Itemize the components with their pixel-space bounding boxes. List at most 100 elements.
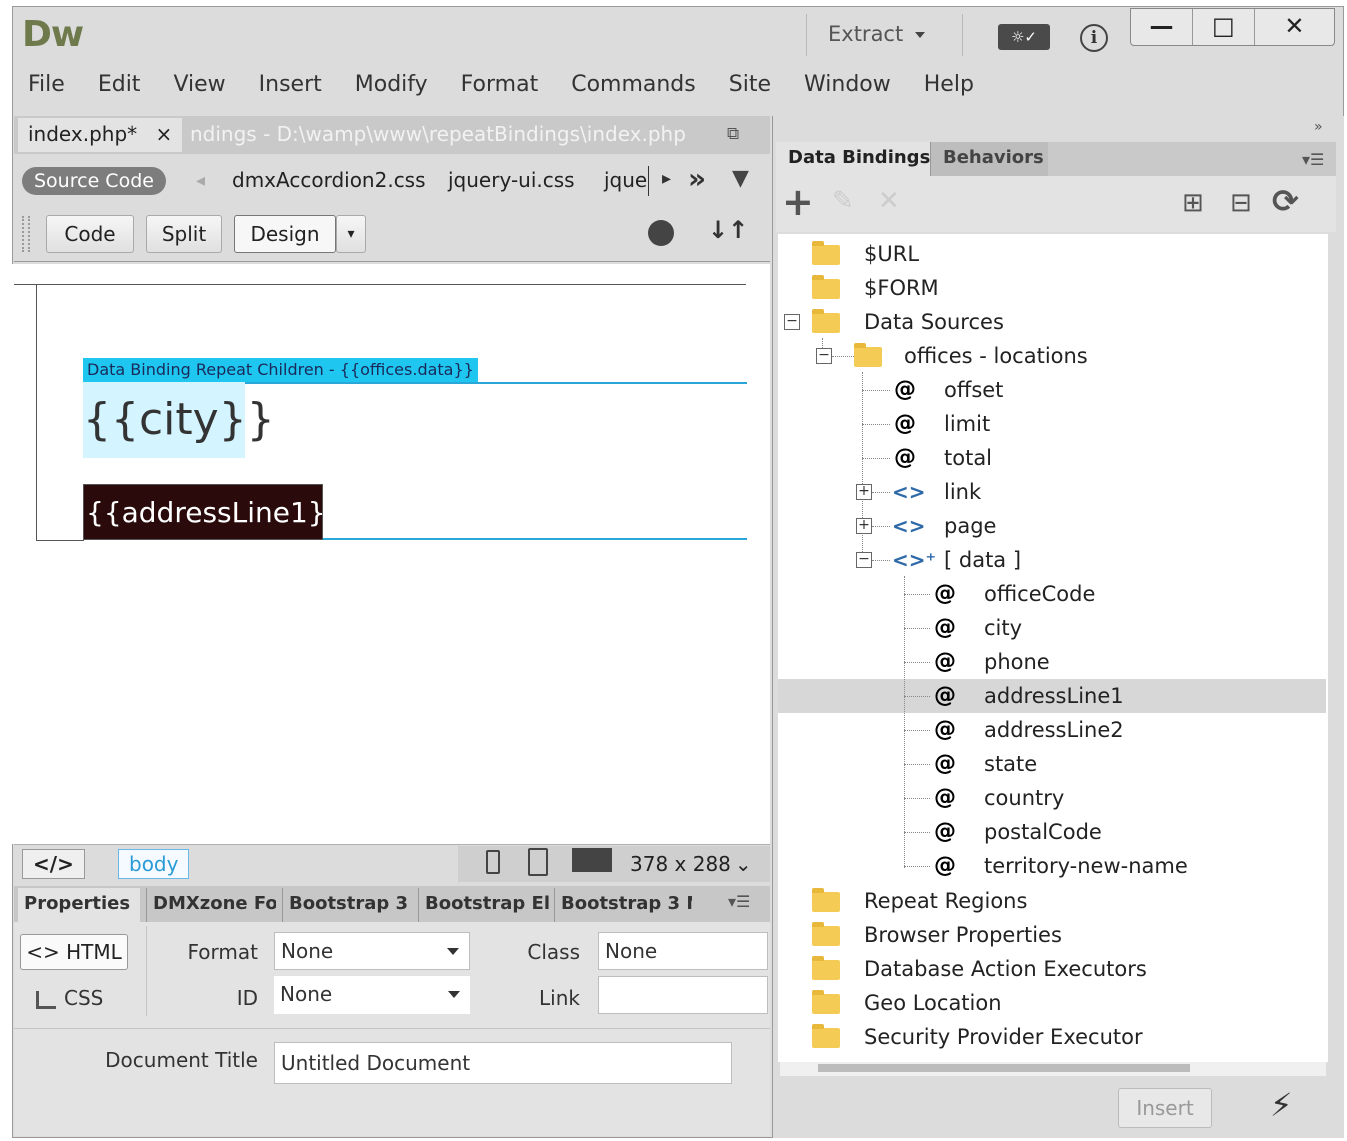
tree-item-data-sources[interactable]: − Data Sources: [784, 305, 1004, 339]
related-file[interactable]: jquery-ui.css: [448, 168, 575, 192]
related-file[interactable]: jque: [604, 168, 647, 192]
tree-item-url[interactable]: $URL: [812, 237, 919, 271]
tree-item-form[interactable]: $FORM: [812, 271, 939, 305]
expand-node-icon[interactable]: +: [856, 518, 872, 534]
tree-item-territory[interactable]: @ territory-new-name: [934, 849, 1188, 883]
tree-item-link[interactable]: + <> link: [856, 475, 981, 509]
tree-item-officecode[interactable]: @ officeCode: [934, 577, 1095, 611]
css-mode-button[interactable]: CSS: [36, 986, 103, 1010]
collapse-all-icon[interactable]: ⊟: [1230, 188, 1252, 218]
code-view-button[interactable]: Code: [46, 215, 134, 253]
menu-modify[interactable]: Modify: [355, 72, 428, 97]
add-binding-icon[interactable]: +: [782, 180, 814, 224]
menu-insert[interactable]: Insert: [259, 72, 322, 97]
tablet-size-icon[interactable]: [528, 848, 548, 876]
refresh-icon[interactable]: ⟳: [1272, 182, 1299, 220]
id-select[interactable]: None: [274, 976, 470, 1014]
workspace-switcher[interactable]: Extract: [828, 22, 926, 46]
tree-item-data[interactable]: − <>⁺ [ data ]: [856, 543, 1021, 577]
more-files-icon[interactable]: »: [688, 162, 706, 195]
menu-view[interactable]: View: [173, 72, 225, 97]
sync-settings-icon[interactable]: ☼✓: [998, 24, 1050, 50]
scrollbar-thumb[interactable]: [818, 1064, 1190, 1072]
desktop-size-icon[interactable]: [572, 848, 612, 872]
tree-item-security-provider-executor[interactable]: Security Provider Executor: [812, 1020, 1143, 1054]
design-view[interactable]: [10, 264, 770, 844]
tree-item-geo-location[interactable]: Geo Location: [812, 986, 1002, 1020]
tree-item-repeat-regions[interactable]: Repeat Regions: [812, 884, 1027, 918]
minimize-button[interactable]: —: [1131, 9, 1193, 45]
html-mode-button[interactable]: <> HTML: [20, 934, 128, 970]
design-view-button[interactable]: Design: [234, 215, 336, 253]
restore-window-icon[interactable]: ⧉: [727, 124, 739, 144]
edit-icon[interactable]: ✎: [832, 186, 854, 216]
tree-item-total[interactable]: @ total: [894, 441, 992, 475]
menu-help[interactable]: Help: [924, 72, 974, 97]
menu-edit[interactable]: Edit: [98, 72, 141, 97]
tab-data-bindings[interactable]: Data Bindings: [776, 142, 943, 176]
menu-site[interactable]: Site: [729, 72, 771, 97]
magic-wand-icon[interactable]: ⚡: [1270, 1086, 1292, 1124]
close-tab-icon[interactable]: ×: [156, 122, 173, 146]
tree-item-phone[interactable]: @ phone: [934, 645, 1050, 679]
menu-file[interactable]: File: [28, 72, 65, 97]
file-management-icon[interactable]: ↓↑: [708, 216, 748, 244]
document-title-input[interactable]: Untitled Document: [274, 1042, 732, 1084]
id-value: None: [280, 982, 333, 1006]
scroll-right-icon[interactable]: ▸: [662, 168, 671, 189]
panel-menu-icon[interactable]: ▾☰: [1302, 150, 1324, 169]
city-binding[interactable]: {{city}}: [83, 382, 275, 458]
class-select[interactable]: None: [598, 932, 768, 970]
close-button[interactable]: ✕: [1255, 9, 1334, 45]
repeat-children-label[interactable]: Data Binding Repeat Children - {{offices…: [83, 358, 478, 382]
insert-button[interactable]: Insert: [1118, 1088, 1212, 1128]
collapse-node-icon[interactable]: −: [816, 348, 832, 364]
tree-item-postalcode[interactable]: @ postalCode: [934, 815, 1102, 849]
menu-commands[interactable]: Commands: [571, 72, 696, 97]
tree-item-offset[interactable]: @ offset: [894, 373, 1003, 407]
toolbar-grip[interactable]: [22, 216, 30, 252]
tree-item-database-action-executors[interactable]: Database Action Executors: [812, 952, 1147, 986]
maximize-button[interactable]: □: [1193, 9, 1255, 45]
tree-item-city[interactable]: @ city: [934, 611, 1022, 645]
filter-icon[interactable]: ▼: [732, 166, 749, 191]
document-tab[interactable]: index.php* ×: [18, 118, 183, 152]
tab-properties[interactable]: Properties: [18, 888, 140, 922]
collapse-node-icon[interactable]: −: [856, 552, 872, 568]
source-code-button[interactable]: Source Code: [22, 167, 166, 195]
info-icon[interactable]: i: [1080, 24, 1108, 52]
panel-menu-icon[interactable]: ▾☰: [728, 892, 750, 911]
delete-icon[interactable]: ✕: [878, 186, 900, 216]
tab-bootstrap-3c[interactable]: Bootstrap 3 C: [282, 888, 414, 922]
tab-dmxzone[interactable]: DMXzone Fo: [146, 888, 276, 922]
code-tag-selector[interactable]: </>: [22, 849, 85, 879]
split-view-button[interactable]: Split: [146, 215, 222, 253]
globe-preview-icon[interactable]: [648, 220, 674, 246]
tree-item-addressline1[interactable]: @ addressLine1: [934, 679, 1124, 713]
tree-item-page[interactable]: + <> page: [856, 509, 996, 543]
menu-window[interactable]: Window: [804, 72, 891, 97]
collapse-panel-icon[interactable]: »: [1314, 119, 1323, 135]
expand-node-icon[interactable]: +: [856, 484, 872, 500]
tree-item-addressline2[interactable]: @ addressLine2: [934, 713, 1124, 747]
related-file[interactable]: dmxAccordion2.css: [232, 168, 426, 192]
expand-all-icon[interactable]: ⊞: [1182, 188, 1204, 218]
link-input[interactable]: [598, 976, 768, 1014]
tree-item-offices[interactable]: − offices - locations: [816, 339, 1088, 373]
mobile-size-icon[interactable]: [486, 850, 500, 874]
tree-item-limit[interactable]: @ limit: [894, 407, 990, 441]
tab-behaviors[interactable]: Behaviors: [930, 142, 1048, 176]
collapse-node-icon[interactable]: −: [784, 314, 800, 330]
tree-item-country[interactable]: @ country: [934, 781, 1064, 815]
address-binding[interactable]: {{addressLine1}}: [83, 484, 343, 540]
tree-item-state[interactable]: @ state: [934, 747, 1037, 781]
tree-item-browser-properties[interactable]: Browser Properties: [812, 918, 1062, 952]
window-size[interactable]: 378 x 288 ⌄: [630, 852, 752, 876]
format-select[interactable]: None: [274, 932, 470, 970]
body-tag-selector[interactable]: body: [118, 849, 190, 879]
tab-bootstrap-ele[interactable]: Bootstrap Ele: [418, 888, 550, 922]
scroll-left-icon[interactable]: ◂: [196, 170, 205, 191]
menu-format[interactable]: Format: [461, 72, 539, 97]
view-dropdown-button[interactable]: ▾: [336, 215, 366, 253]
tab-bootstrap-3n[interactable]: Bootstrap 3 N: [554, 888, 692, 922]
